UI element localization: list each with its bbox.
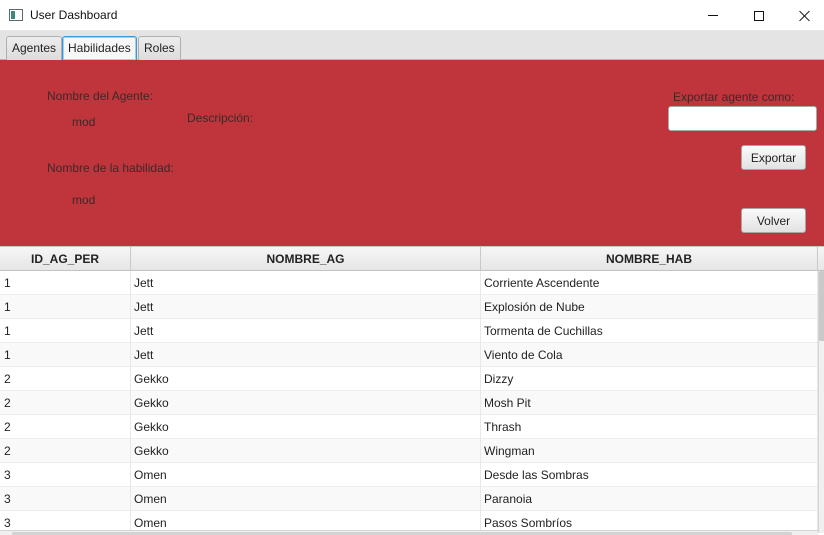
column-header-nombre-hab[interactable]: NOMBRE_HAB (481, 247, 818, 271)
cell-nombre-hab: Thrash (481, 415, 818, 439)
cell-nombre-hab: Paranoia (481, 487, 818, 511)
table-row[interactable]: 3 Omen Desde las Sombras (0, 463, 818, 487)
table-row[interactable]: 2 Gekko Thrash (0, 415, 818, 439)
cell-id-ag-per: 2 (0, 367, 131, 391)
vertical-scroll-thumb[interactable] (819, 271, 824, 341)
cell-nombre-ag: Jett (131, 343, 481, 367)
table-body: 1 Jett Corriente Ascendente 1 Jett Explosión … (0, 271, 818, 531)
vertical-scrollbar[interactable] (818, 271, 824, 533)
column-header-nombre-ag[interactable]: NOMBRE_AG (131, 247, 481, 271)
cell-id-ag-per: 2 (0, 391, 131, 415)
horizontal-scrollbar[interactable] (0, 530, 818, 535)
column-header-id-ag-per[interactable]: ID_AG_PER (0, 247, 131, 271)
cell-nombre-hab: Explosión de Nube (481, 295, 818, 319)
table-row[interactable]: 1 Jett Viento de Cola (0, 343, 818, 367)
cell-id-ag-per: 1 (0, 295, 131, 319)
cell-nombre-hab: Dizzy (481, 367, 818, 391)
cell-nombre-ag: Jett (131, 295, 481, 319)
window-title: User Dashboard (30, 8, 118, 22)
cell-nombre-hab: Mosh Pit (481, 391, 818, 415)
cell-id-ag-per: 1 (0, 319, 131, 343)
cell-nombre-hab: Viento de Cola (481, 343, 818, 367)
table-row[interactable]: 2 Gekko Mosh Pit (0, 391, 818, 415)
cell-nombre-ag: Gekko (131, 439, 481, 463)
table-row[interactable]: 1 Jett Explosión de Nube (0, 295, 818, 319)
cell-id-ag-per: 3 (0, 487, 131, 511)
minimize-button[interactable] (690, 0, 736, 31)
cell-nombre-hab: Corriente Ascendente (481, 271, 818, 295)
tab-bar: Agentes Habilidades Roles (0, 31, 824, 60)
cell-nombre-ag: Omen (131, 487, 481, 511)
table-header: ID_AG_PER NOMBRE_AG NOMBRE_HAB (0, 247, 824, 271)
cell-id-ag-per: 2 (0, 415, 131, 439)
skills-table: ID_AG_PER NOMBRE_AG NOMBRE_HAB 1 Jett Corr… (0, 246, 824, 535)
close-button[interactable] (782, 0, 824, 31)
cell-nombre-ag: Omen (131, 463, 481, 487)
description-label: Descripción: (187, 111, 254, 125)
minimize-icon (708, 15, 718, 16)
skill-name-value: mod (72, 193, 96, 207)
agent-name-value: mod (72, 115, 96, 129)
table-row[interactable]: 1 Jett Corriente Ascendente (0, 271, 818, 295)
skills-form-panel: Nombre del Agente: mod Descripción: Nomb… (0, 60, 824, 246)
cell-nombre-hab: Tormenta de Cuchillas (481, 319, 818, 343)
export-as-label: Exportar agente como: (673, 90, 795, 104)
cell-nombre-hab: Wingman (481, 439, 818, 463)
cell-nombre-ag: Jett (131, 271, 481, 295)
cell-nombre-ag: Gekko (131, 367, 481, 391)
cell-nombre-ag: Gekko (131, 415, 481, 439)
maximize-icon (754, 10, 764, 21)
cell-nombre-hab: Pasos Sombríos (481, 511, 818, 531)
skill-name-label: Nombre de la habilidad: (47, 161, 174, 175)
app-window-icon (9, 9, 23, 21)
export-format-input[interactable] (668, 106, 817, 131)
back-button[interactable]: Volver (741, 208, 806, 233)
maximize-button[interactable] (736, 0, 782, 31)
tab-roles[interactable]: Roles (138, 36, 181, 60)
cell-id-ag-per: 3 (0, 463, 131, 487)
table-row[interactable]: 3 Omen Pasos Sombríos (0, 511, 818, 531)
cell-nombre-ag: Gekko (131, 391, 481, 415)
agent-name-label: Nombre del Agente: (47, 89, 154, 103)
cell-id-ag-per: 1 (0, 343, 131, 367)
export-button[interactable]: Exportar (741, 145, 806, 170)
cell-nombre-ag: Jett (131, 319, 481, 343)
cell-id-ag-per: 1 (0, 271, 131, 295)
tab-habilidades[interactable]: Habilidades (62, 36, 137, 60)
cell-id-ag-per: 2 (0, 439, 131, 463)
tab-agentes[interactable]: Agentes (6, 36, 63, 60)
table-row[interactable]: 3 Omen Paranoia (0, 487, 818, 511)
table-row[interactable]: 1 Jett Tormenta de Cuchillas (0, 319, 818, 343)
table-row[interactable]: 2 Gekko Wingman (0, 439, 818, 463)
cell-id-ag-per: 3 (0, 511, 131, 531)
app-window: User Dashboard Agentes Habilidades Roles… (0, 0, 824, 535)
cell-nombre-hab: Desde las Sombras (481, 463, 818, 487)
table-row[interactable]: 2 Gekko Dizzy (0, 367, 818, 391)
title-bar: User Dashboard (0, 0, 824, 31)
cell-nombre-ag: Omen (131, 511, 481, 531)
close-icon (799, 10, 811, 22)
